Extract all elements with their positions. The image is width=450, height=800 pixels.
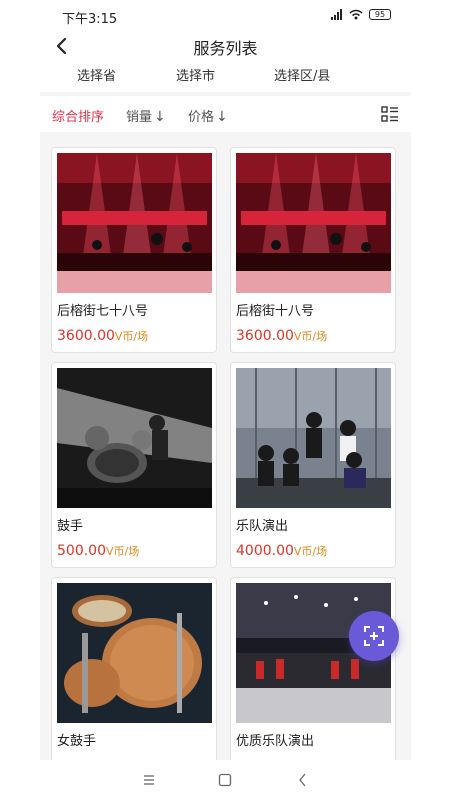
square-home-icon[interactable] (217, 772, 233, 788)
service-image (57, 583, 212, 723)
service-price: 500.00V币/场 (57, 543, 139, 559)
triangle-back-icon[interactable] (295, 772, 311, 788)
app-screen: 下午3:15 95 服务列表 选择省 选择市 选择区/县 综合排序 销量 ↓ 价… (40, 0, 411, 760)
city-select[interactable]: 选择市 (176, 65, 215, 84)
wifi-icon (349, 9, 363, 20)
price-value: 3600.00 (236, 328, 294, 344)
price-unit: V币/场 (114, 330, 149, 343)
service-card[interactable]: 后榕街七十八号 3600.00V币/场 (51, 147, 217, 353)
sort-price-tab[interactable]: 价格 ↓ (188, 106, 228, 125)
service-image (236, 153, 391, 293)
service-name: 乐队演出 (236, 519, 289, 534)
menu-icon[interactable] (141, 772, 157, 788)
service-card[interactable]: 优质乐队演出 (230, 577, 396, 760)
arrow-down-icon: ↓ (154, 109, 166, 125)
service-price: 4000.00V币/场 (236, 543, 327, 559)
list-view-icon[interactable] (381, 105, 399, 123)
price-value: 500.00 (57, 543, 106, 559)
sort-composite-tab[interactable]: 综合排序 (52, 106, 104, 125)
service-image (57, 153, 212, 293)
service-name: 优质乐队演出 (236, 734, 315, 749)
region-filter-bar: 选择省 选择市 选择区/县 (40, 62, 411, 92)
service-price: 3600.00V币/场 (236, 328, 327, 344)
service-grid: 后榕街七十八号 3600.00V币/场 后榕街十八号 3600.00V币/场 鼓… (40, 132, 411, 760)
service-name: 女鼓手 (57, 734, 97, 749)
service-card[interactable]: 乐队演出 4000.00V币/场 (230, 362, 396, 568)
battery-icon: 95 (369, 9, 391, 20)
signal-icon (331, 9, 343, 20)
header: 服务列表 (40, 30, 411, 62)
price-unit: V币/场 (106, 545, 140, 558)
status-icons: 95 (331, 9, 391, 20)
sort-sales-tab[interactable]: 销量 ↓ (126, 106, 166, 125)
price-unit: V币/场 (293, 330, 328, 343)
district-select[interactable]: 选择区/县 (274, 65, 330, 84)
price-value: 3600.00 (57, 328, 115, 344)
province-select[interactable]: 选择省 (77, 65, 116, 84)
sort-price-label: 价格 (188, 110, 215, 125)
service-name: 鼓手 (57, 519, 84, 534)
service-card[interactable]: 鼓手 500.00V币/场 (51, 362, 217, 568)
sort-sales-label: 销量 (126, 110, 153, 125)
service-name: 后榕街十八号 (236, 304, 315, 319)
system-nav-bar (40, 760, 411, 800)
service-card[interactable]: 后榕街十八号 3600.00V币/场 (230, 147, 396, 353)
page-title: 服务列表 (193, 39, 258, 58)
price-unit: V币/场 (293, 545, 328, 558)
service-image (57, 368, 212, 508)
status-time: 下午3:15 (62, 12, 118, 27)
status-bar: 下午3:15 95 (40, 0, 411, 30)
price-value: 4000.00 (236, 543, 294, 559)
service-price: 3600.00V币/场 (57, 328, 148, 344)
service-name: 后榕街七十八号 (57, 304, 149, 319)
arrow-down-icon: ↓ (216, 109, 228, 125)
sort-bar: 综合排序 销量 ↓ 价格 ↓ (40, 96, 411, 132)
service-image (236, 368, 391, 508)
scan-plus-icon (364, 626, 384, 646)
service-card[interactable]: 女鼓手 (51, 577, 217, 760)
scan-fab-button[interactable] (349, 611, 399, 661)
